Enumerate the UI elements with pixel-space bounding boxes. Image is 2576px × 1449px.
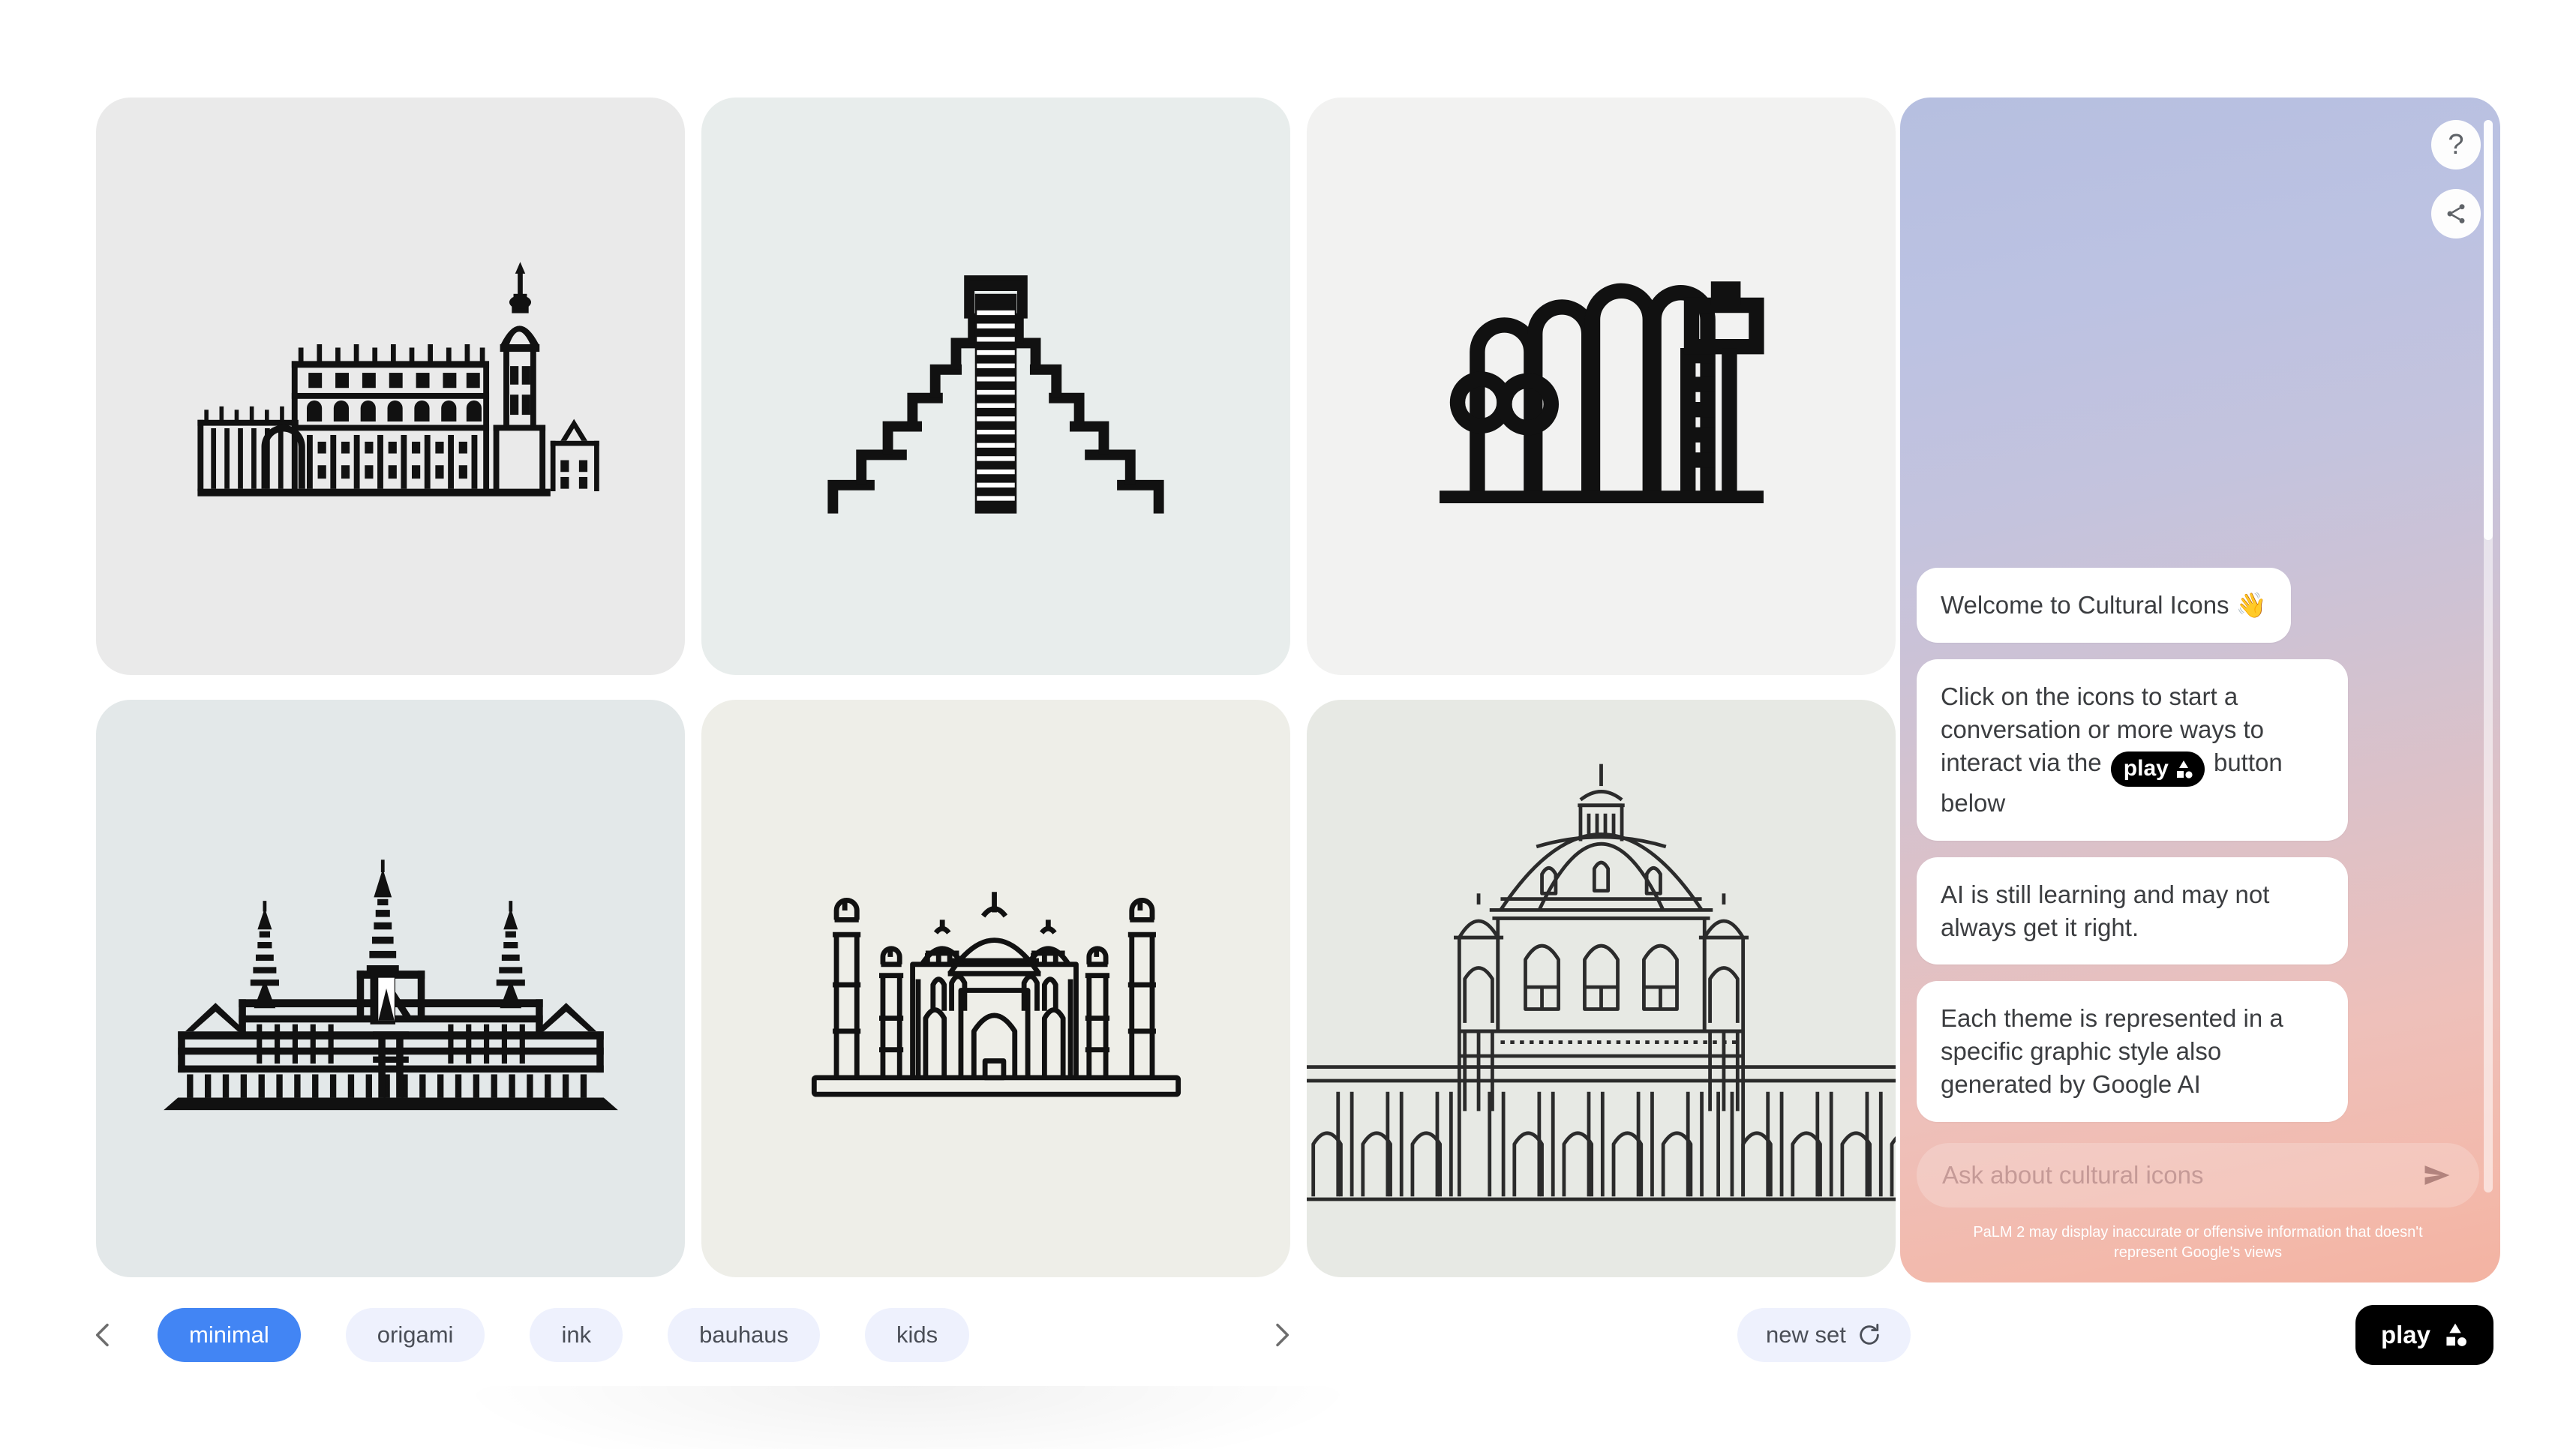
chat-message-text: AI is still learning and may not always … bbox=[1941, 880, 2270, 941]
chat-composer: PaLM 2 may display inaccurate or offensi… bbox=[1900, 1143, 2500, 1282]
step-pyramid-icon bbox=[827, 274, 1164, 514]
chat-message-list: Welcome to Cultural Icons 👋 Click on the… bbox=[1900, 98, 2500, 1122]
style-chip-label: ink bbox=[561, 1322, 592, 1348]
icon-card-angkor-wat[interactable] bbox=[96, 700, 685, 1277]
style-chip-origami[interactable]: origami bbox=[345, 1308, 485, 1362]
help-button[interactable]: ? bbox=[2431, 120, 2481, 170]
chat-message: Welcome to Cultural Icons 👋 bbox=[1917, 568, 2291, 644]
new-set-button[interactable]: new set bbox=[1737, 1308, 1911, 1362]
style-navigation-bar: minimal origami ink bauhaus kids new set bbox=[0, 1282, 2576, 1388]
play-label: play bbox=[2380, 1321, 2430, 1348]
send-icon[interactable] bbox=[2421, 1159, 2454, 1192]
inline-play-badge[interactable]: play bbox=[2110, 751, 2205, 787]
style-chip-ink[interactable]: ink bbox=[530, 1308, 623, 1362]
style-chip-minimal[interactable]: minimal bbox=[158, 1308, 301, 1362]
style-chip-label: origami bbox=[377, 1322, 454, 1348]
angkor-wat-icon bbox=[163, 860, 618, 1111]
chat-input[interactable] bbox=[1942, 1161, 2421, 1190]
style-chip-label: bauhaus bbox=[699, 1322, 789, 1348]
app-root: ? Welcome to Cultural Icons 👋 Click on t… bbox=[0, 0, 2576, 1449]
refresh-icon bbox=[1860, 1323, 1879, 1345]
taj-mahal-icon bbox=[811, 892, 1181, 1097]
share-button[interactable] bbox=[2431, 189, 2481, 238]
chat-message-text: Each theme is represented in a specific … bbox=[1941, 1004, 2283, 1099]
icon-card-taj-mahal[interactable] bbox=[701, 700, 1290, 1277]
chat-scrollbar-thumb[interactable] bbox=[2484, 120, 2493, 540]
domed-museum-icon bbox=[1307, 764, 1896, 1202]
share-icon bbox=[2447, 204, 2465, 224]
play-button[interactable]: play bbox=[2355, 1305, 2493, 1365]
bottom-panel-shadow bbox=[465, 1386, 1350, 1449]
icon-card-modern-arches[interactable] bbox=[1307, 98, 1896, 675]
style-chip-kids[interactable]: kids bbox=[865, 1308, 970, 1362]
chat-message: Click on the icons to start a conversati… bbox=[1917, 659, 2348, 841]
question-mark-icon: ? bbox=[2448, 129, 2464, 160]
icon-card-grid bbox=[96, 98, 1896, 1282]
chevron-left-icon bbox=[95, 1323, 109, 1347]
dresden-palace-icon bbox=[197, 262, 599, 496]
style-chip-label: kids bbox=[896, 1322, 938, 1348]
icon-card-dresden-palace[interactable] bbox=[96, 98, 685, 675]
shapes-icon bbox=[2174, 758, 2193, 779]
new-set-label: new set bbox=[1766, 1322, 1846, 1348]
modern-arches-icon bbox=[1439, 281, 1764, 503]
prev-styles-button[interactable] bbox=[83, 1314, 125, 1356]
style-chip-list: minimal origami ink bauhaus kids bbox=[158, 1308, 970, 1362]
chat-panel: ? Welcome to Cultural Icons 👋 Click on t… bbox=[1900, 98, 2500, 1282]
icon-card-step-pyramid[interactable] bbox=[701, 98, 1290, 675]
chat-input-row[interactable] bbox=[1917, 1143, 2479, 1208]
chat-message: Each theme is represented in a specific … bbox=[1917, 981, 2348, 1122]
chat-disclaimer: PaLM 2 may display inaccurate or offensi… bbox=[1973, 1224, 2423, 1261]
icon-card-domed-museum[interactable] bbox=[1307, 700, 1896, 1277]
shapes-icon bbox=[2446, 1323, 2466, 1346]
inline-play-label: play bbox=[2123, 755, 2169, 781]
chevron-right-icon bbox=[1276, 1323, 1290, 1347]
style-chip-label: minimal bbox=[189, 1322, 269, 1348]
chat-message-text: Welcome to Cultural Icons 👋 bbox=[1941, 591, 2267, 620]
style-chip-bauhaus[interactable]: bauhaus bbox=[668, 1308, 821, 1362]
chat-message: AI is still learning and may not always … bbox=[1917, 856, 2348, 965]
next-styles-button[interactable] bbox=[1260, 1314, 1302, 1356]
